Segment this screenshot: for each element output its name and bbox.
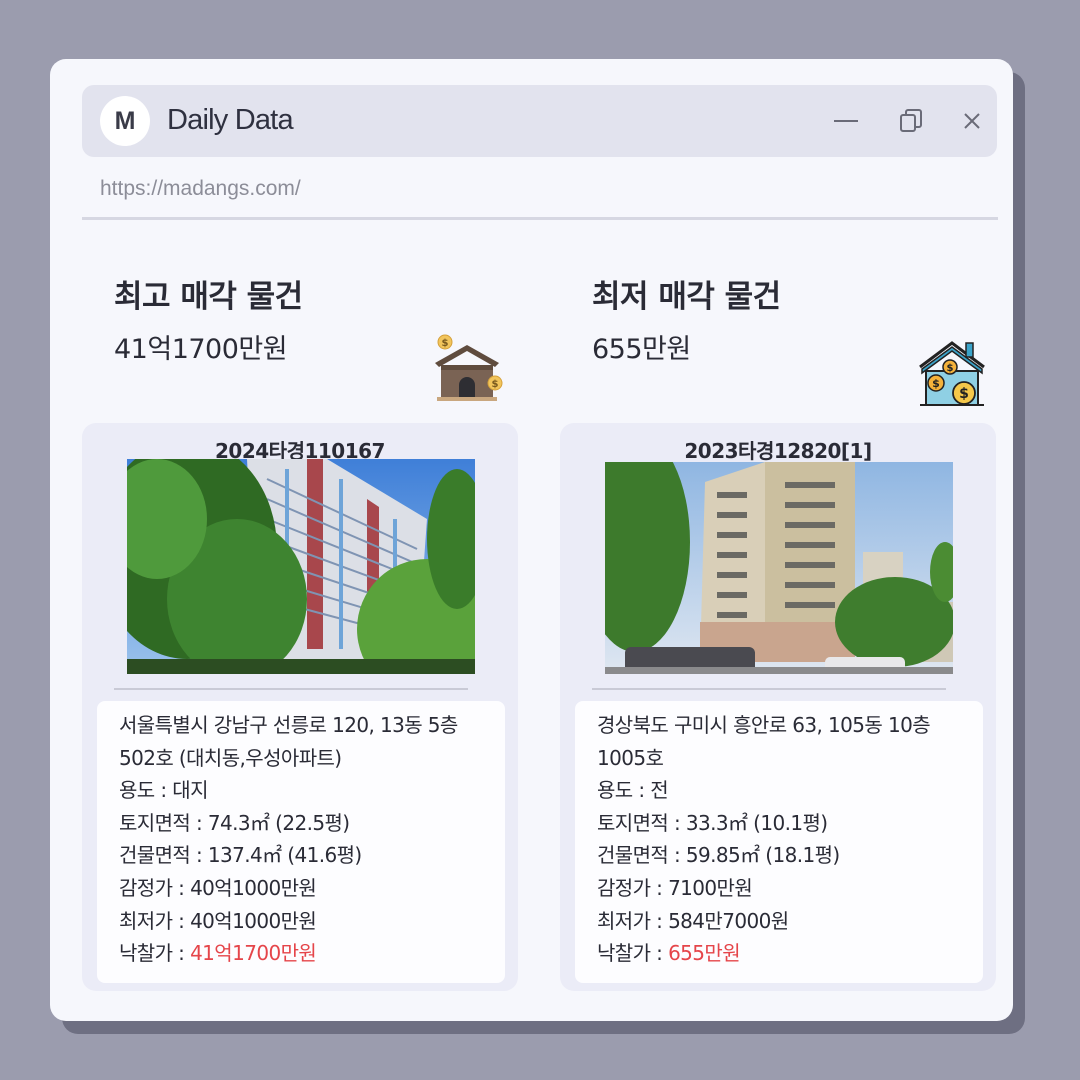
appraisal-row: 감정가 : 7100만원 — [597, 872, 971, 905]
highest-heading: 최고 매각 물건 — [114, 279, 303, 315]
svg-text:$: $ — [492, 379, 499, 390]
property-photo[interactable] — [605, 462, 953, 674]
land-area-row: 토지면적 : 74.3㎡ (22.5평) — [119, 807, 493, 840]
house-money-icon: $ $ — [435, 334, 503, 401]
minimum-price-label: 최저가 : — [597, 908, 669, 933]
land-area-row: 토지면적 : 33.3㎡ (10.1평) — [597, 807, 971, 840]
building-area-row: 건물면적 : 59.85㎡ (18.1평) — [597, 839, 971, 872]
winning-bid-value: 655만원 — [668, 941, 741, 966]
building-area-value: 59.85㎡ (18.1평) — [685, 843, 840, 868]
case-number[interactable]: 2023타경12820[1] — [560, 435, 996, 464]
close-icon[interactable] — [958, 107, 986, 135]
usage-value: 대지 — [172, 778, 208, 803]
property-info: 경상북도 구미시 흥안로 63, 105동 10층1005호 용도 : 전 토지… — [575, 701, 983, 983]
minimize-icon[interactable] — [832, 107, 860, 135]
card-divider — [114, 688, 468, 690]
building-area-label: 건물면적 : — [119, 843, 208, 868]
minimum-price-value: 40억1000만원 — [190, 908, 317, 933]
lowest-heading: 최저 매각 물건 — [592, 279, 781, 315]
usage-value: 전 — [650, 778, 669, 803]
header-divider — [82, 217, 998, 220]
app-logo: M — [100, 96, 150, 146]
usage-row: 용도 : 대지 — [119, 774, 493, 807]
app-window: M Daily Data https://madangs.com/ 최고 매각 … — [50, 59, 1013, 1021]
appraisal-value: 7100만원 — [668, 875, 753, 900]
url-text[interactable]: https://madangs.com/ — [100, 177, 301, 201]
appraisal-label: 감정가 : — [597, 875, 669, 900]
land-area-value: 33.3㎡ (10.1평) — [685, 810, 828, 835]
winning-bid-value: 41억1700만원 — [190, 941, 317, 966]
property-address: 서울특별시 강남구 선릉로 120, 13동 5층502호 (대치동,우성아파트… — [119, 713, 458, 770]
minimum-price-value: 584만7000원 — [668, 908, 789, 933]
property-photo[interactable] — [127, 459, 475, 674]
usage-label: 용도 : — [597, 778, 651, 803]
house-coins-icon: $ $ $ — [919, 341, 985, 406]
winning-bid-row: 낙찰가 : 655만원 — [597, 937, 971, 970]
svg-text:$: $ — [947, 363, 954, 374]
winning-bid-label: 낙찰가 : — [597, 941, 669, 966]
land-area-label: 토지면적 : — [119, 810, 208, 835]
svg-text:$: $ — [442, 338, 449, 349]
minimum-price-row: 최저가 : 584만7000원 — [597, 905, 971, 938]
card-divider — [592, 688, 946, 690]
building-area-value: 137.4㎡ (41.6평) — [207, 843, 362, 868]
restore-icon[interactable] — [897, 107, 925, 135]
land-area-label: 토지면적 : — [597, 810, 686, 835]
title-bar: M Daily Data — [82, 85, 997, 157]
minimum-price-row: 최저가 : 40억1000만원 — [119, 905, 493, 938]
lowest-price: 655만원 — [592, 334, 691, 365]
highest-price: 41억1700만원 — [114, 334, 288, 365]
svg-text:$: $ — [932, 377, 940, 390]
appraisal-label: 감정가 : — [119, 875, 191, 900]
appraisal-value: 40억1000만원 — [190, 875, 317, 900]
app-title: Daily Data — [167, 104, 294, 136]
svg-text:$: $ — [959, 386, 969, 402]
building-area-row: 건물면적 : 137.4㎡ (41.6평) — [119, 839, 493, 872]
usage-label: 용도 : — [119, 778, 173, 803]
property-address: 경상북도 구미시 흥안로 63, 105동 10층1005호 — [597, 713, 931, 770]
building-area-label: 건물면적 : — [597, 843, 686, 868]
minimum-price-label: 최저가 : — [119, 908, 191, 933]
land-area-value: 74.3㎡ (22.5평) — [207, 810, 350, 835]
usage-row: 용도 : 전 — [597, 774, 971, 807]
property-info: 서울특별시 강남구 선릉로 120, 13동 5층502호 (대치동,우성아파트… — [97, 701, 505, 983]
lowest-property-card[interactable]: 2023타경12820[1] 경상북도 구미시 흥안로 63, 105동 10층… — [560, 423, 996, 991]
winning-bid-row: 낙찰가 : 41억1700만원 — [119, 937, 493, 970]
highest-property-card[interactable]: 2024타경110167 서울특별시 강남구 선릉로 120, 13동 5층50… — [82, 423, 518, 991]
appraisal-row: 감정가 : 40억1000만원 — [119, 872, 493, 905]
winning-bid-label: 낙찰가 : — [119, 941, 191, 966]
